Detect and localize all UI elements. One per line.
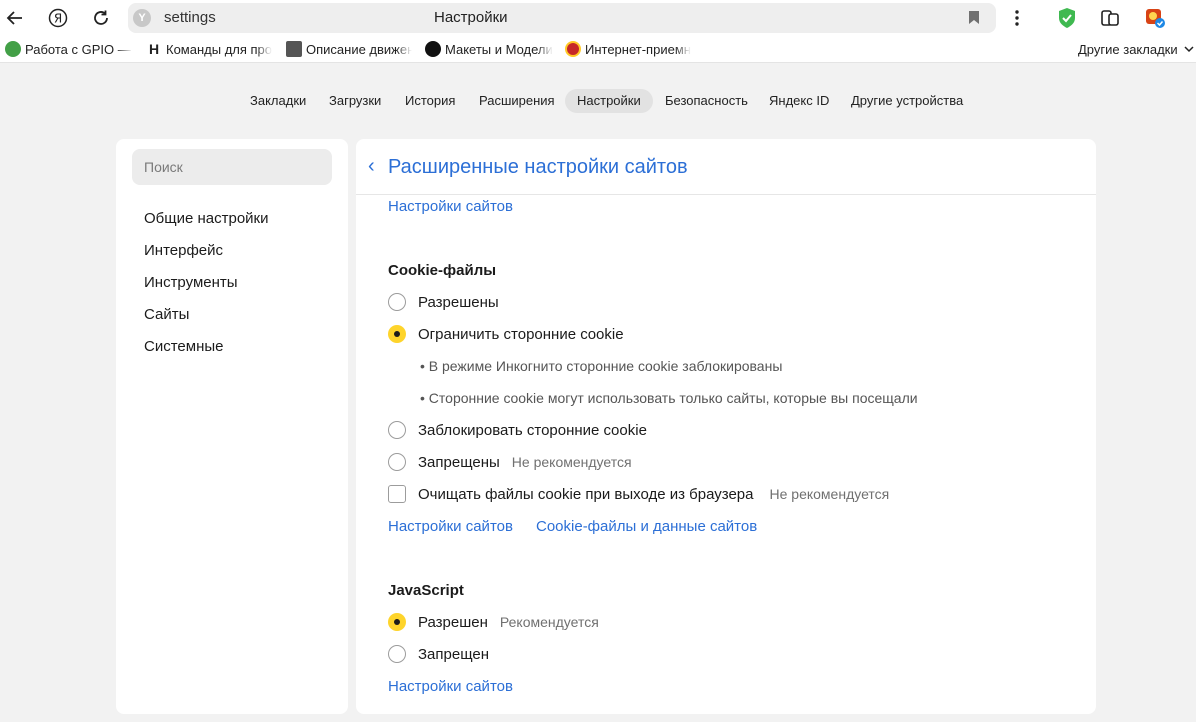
option-label: Ограничить сторонние cookie: [418, 325, 624, 343]
option-label: Запрещены: [418, 453, 500, 471]
tab-extensions[interactable]: Расширения: [467, 89, 567, 113]
cookies-forbidden-option[interactable]: Запрещены Не рекомендуется: [388, 452, 632, 472]
option-hint: Рекомендуется: [499, 614, 599, 630]
bookmarks-bar: Работа с GPIO — \ H Команды для про Опис…: [0, 36, 1196, 63]
protect-shield-icon[interactable]: [1055, 6, 1079, 30]
cookies-note-incognito: • В режиме Инкогнито сторонние cookie за…: [420, 358, 783, 374]
bookmark-icon[interactable]: [968, 10, 980, 25]
javascript-section-title: JavaScript: [388, 582, 464, 599]
tab-downloads[interactable]: Загрузки: [317, 89, 393, 113]
wiki-favicon-icon: [5, 41, 21, 57]
panel-header: ‹ Расширенные настройки сайтов: [356, 139, 1096, 195]
other-bookmarks[interactable]: Другие закладки: [1078, 40, 1196, 58]
chevron-left-icon[interactable]: ‹: [368, 156, 375, 176]
cookies-limit-option[interactable]: Ограничить сторонние cookie: [388, 324, 624, 344]
radio-button[interactable]: [388, 645, 406, 663]
sidebar-item-tools[interactable]: Инструменты: [144, 274, 238, 291]
cookies-block-option[interactable]: Заблокировать сторонние cookie: [388, 420, 647, 440]
radio-button[interactable]: [388, 421, 406, 439]
extensions-icon[interactable]: [1098, 6, 1122, 30]
option-hint: Не рекомендуется: [769, 486, 890, 502]
sidebar-item-system[interactable]: Системные: [144, 338, 223, 355]
bookmark-item[interactable]: Макеты и Модели: [425, 40, 553, 58]
cookies-data-link[interactable]: Cookie-файлы и данные сайтов: [536, 518, 757, 535]
dark-circle-favicon-icon: [425, 41, 441, 57]
radio-button[interactable]: [388, 293, 406, 311]
bookmark-label: Работа с GPIO — \: [25, 41, 133, 57]
address-text[interactable]: settings: [164, 9, 216, 26]
tab-security[interactable]: Безопасность: [653, 89, 760, 113]
bookmark-label: Интернет-приемн: [585, 41, 691, 57]
cookies-site-settings-link[interactable]: Настройки сайтов: [388, 518, 513, 535]
javascript-allowed-option[interactable]: Разрешен Рекомендуется: [388, 612, 599, 632]
cookies-section-title: Cookie-файлы: [388, 262, 497, 279]
tab-bookmarks[interactable]: Закладки: [238, 89, 318, 113]
bookmark-item[interactable]: H Команды для про: [146, 40, 272, 58]
settings-top-nav: Закладки Загрузки История Расширения Нас…: [0, 89, 1196, 113]
cookies-note-visited: • Сторонние cookie могут использовать то…: [420, 390, 918, 406]
page-title: Расширенные настройки сайтов: [388, 156, 688, 178]
site-settings-link[interactable]: Настройки сайтов: [388, 198, 513, 215]
cookies-clear-on-exit-option[interactable]: Очищать файлы cookie при выходе из брауз…: [388, 484, 889, 504]
settings-sidebar: Общие настройки Интерфейс Инструменты Са…: [116, 139, 348, 714]
radio-button[interactable]: [388, 453, 406, 471]
chevron-down-icon: [1184, 46, 1194, 53]
tab-page-title: Настройки: [434, 9, 508, 26]
bookmark-label: Описание движен: [306, 41, 412, 57]
bookmark-label: Макеты и Модели: [445, 41, 553, 57]
javascript-site-settings-link[interactable]: Настройки сайтов: [388, 678, 513, 695]
javascript-forbidden-option[interactable]: Запрещен: [388, 644, 489, 664]
emblem-favicon-icon: [565, 41, 581, 57]
radio-button-selected[interactable]: [388, 613, 406, 631]
option-label: Очищать файлы cookie при выходе из брауз…: [418, 485, 754, 503]
reload-icon[interactable]: [89, 6, 113, 30]
checkbox[interactable]: [388, 485, 406, 503]
yandex-logo-icon[interactable]: Я: [46, 6, 70, 30]
kebab-menu-icon[interactable]: [1005, 6, 1029, 30]
tab-other-devices[interactable]: Другие устройства: [839, 89, 975, 113]
tab-yandex-id[interactable]: Яндекс ID: [757, 89, 841, 113]
bookmark-item[interactable]: Описание движен: [286, 40, 412, 58]
browser-toolbar: Я Y settings Настройки: [0, 0, 1196, 36]
address-bar[interactable]: Y settings Настройки: [128, 3, 996, 33]
sidebar-item-sites[interactable]: Сайты: [144, 306, 189, 323]
option-label: Разрешены: [418, 293, 499, 311]
profile-avatar-icon[interactable]: [1143, 6, 1167, 30]
sidebar-item-interface[interactable]: Интерфейс: [144, 242, 223, 259]
bookmark-item[interactable]: Работа с GPIO — \: [5, 40, 133, 58]
cookies-allowed-option[interactable]: Разрешены: [388, 292, 499, 312]
tab-settings[interactable]: Настройки: [565, 89, 653, 113]
yandex-favicon-icon: Y: [133, 9, 151, 27]
option-label: Разрешен: [418, 613, 488, 631]
option-hint: Не рекомендуется: [511, 454, 632, 470]
option-label: Заблокировать сторонние cookie: [418, 421, 647, 439]
option-label: Запрещен: [418, 645, 490, 663]
other-bookmarks-label: Другие закладки: [1078, 41, 1178, 57]
svg-text:Я: Я: [54, 12, 62, 26]
settings-main-panel: ‹ Расширенные настройки сайтов Настройки…: [356, 139, 1096, 714]
arrow-left-icon[interactable]: [3, 6, 27, 30]
bookmark-label: Команды для про: [166, 41, 272, 57]
tab-history[interactable]: История: [393, 89, 467, 113]
sidebar-item-general[interactable]: Общие настройки: [144, 210, 269, 227]
h-favicon-icon: H: [148, 41, 160, 57]
bookmark-item[interactable]: Интернет-приемн: [565, 40, 693, 58]
doc-favicon-icon: [286, 41, 302, 57]
radio-button-selected[interactable]: [388, 325, 406, 343]
search-input[interactable]: [132, 149, 332, 185]
